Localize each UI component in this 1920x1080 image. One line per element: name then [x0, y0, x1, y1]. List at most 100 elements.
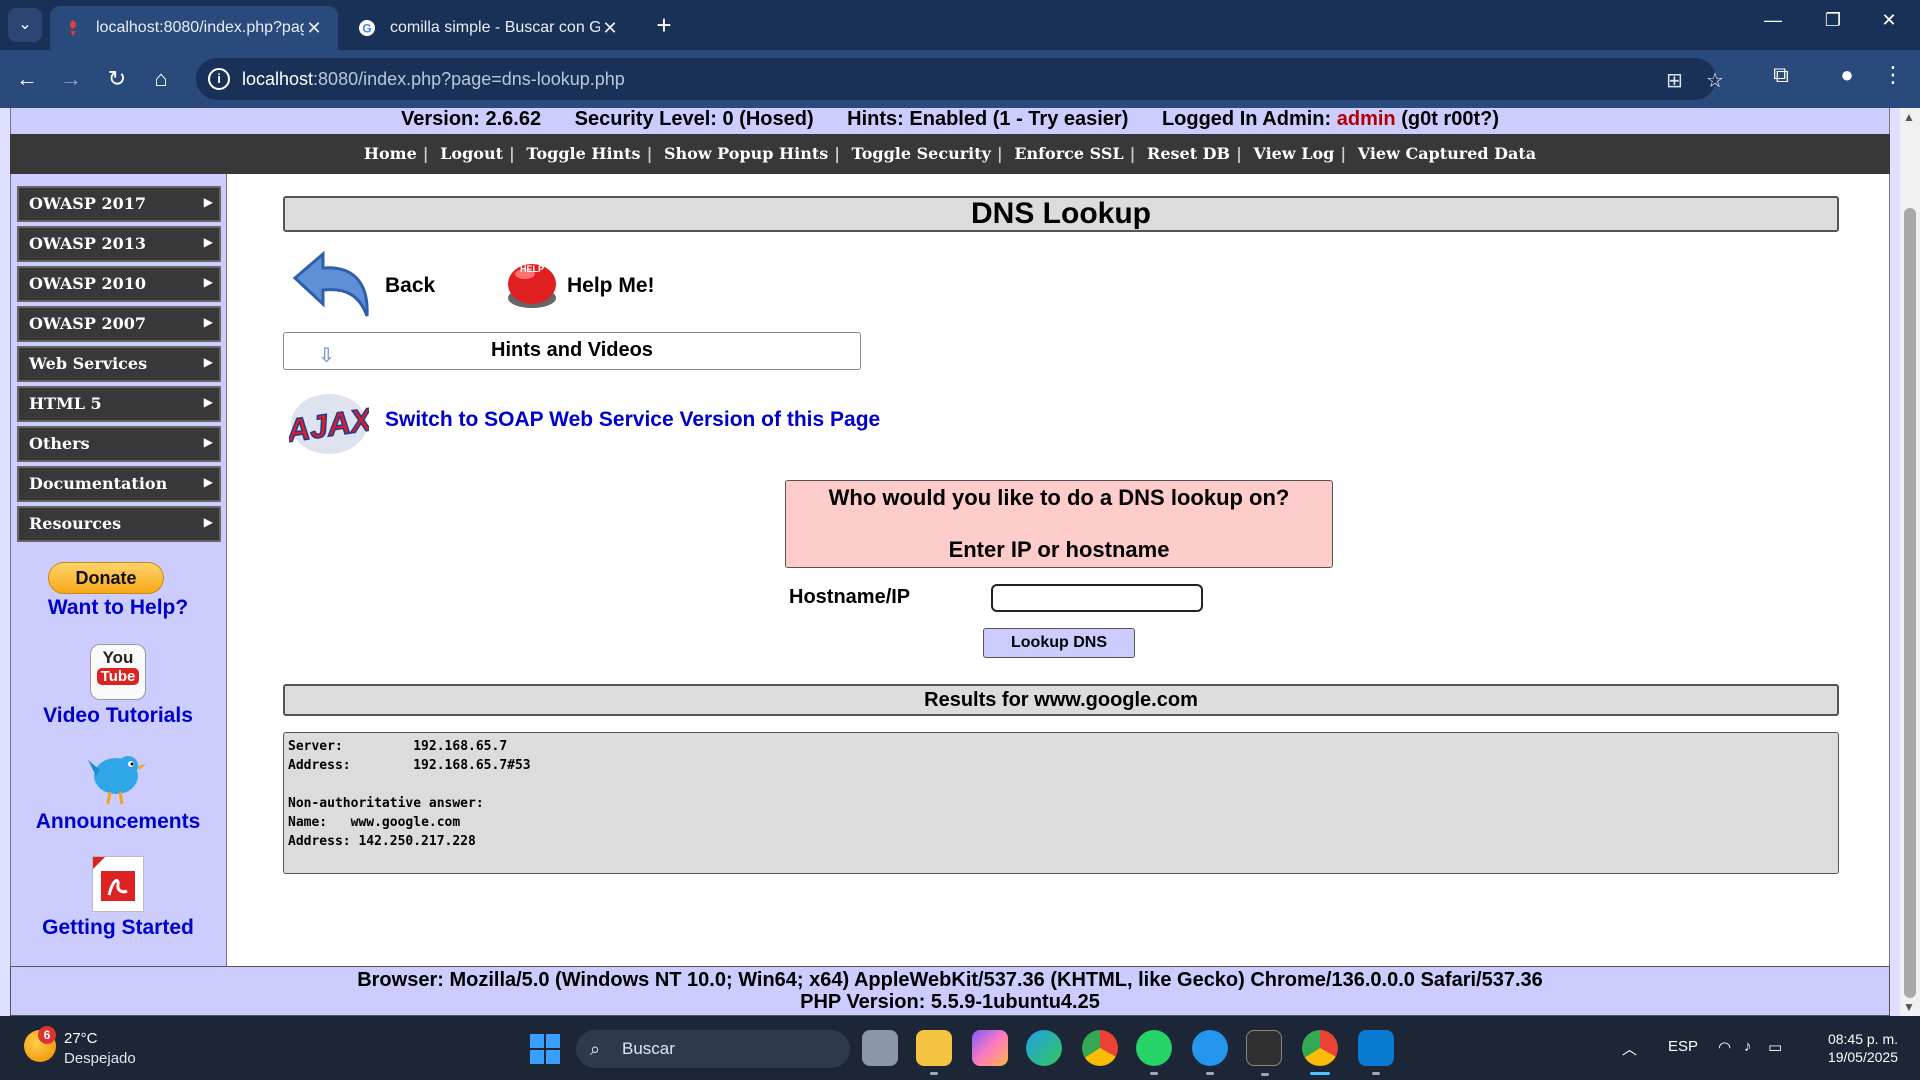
tab-title: localhost:8080/index.php?page=	[96, 19, 304, 36]
profile-avatar-icon[interactable]: ●	[1832, 62, 1862, 88]
help-me-link[interactable]: Help Me!	[567, 274, 655, 298]
site-info-icon[interactable]: i	[208, 68, 230, 90]
tab-mutillidae[interactable]: localhost:8080/index.php?page= ✕	[50, 6, 338, 50]
home-icon[interactable]: ⌂	[146, 64, 176, 94]
volume-icon[interactable]: ♪	[1744, 1038, 1752, 1055]
sidebar-item-owasp-2017[interactable]: OWASP 2017 ▶	[17, 186, 221, 222]
status-info-bar: Version: 2.6.62 Security Level: 0 (Hosed…	[10, 108, 1890, 134]
reload-icon[interactable]: ↻	[102, 64, 132, 94]
svg-text:HELP: HELP	[520, 264, 544, 274]
getting-started-link[interactable]: Getting Started	[10, 916, 226, 940]
nav-logout-link[interactable]: Logout	[440, 144, 503, 163]
sidebar-item-web-services[interactable]: Web Services ▶	[17, 346, 221, 382]
restore-icon[interactable]: ❐	[1818, 10, 1848, 31]
chrome-profile-icon[interactable]	[1302, 1030, 1338, 1075]
sidebar-item-documentation[interactable]: Documentation ▶	[17, 466, 221, 502]
youtube-icon[interactable]: You Tube	[90, 644, 146, 700]
donate-button[interactable]: Donate	[48, 562, 164, 594]
language-indicator[interactable]: ESP	[1668, 1038, 1698, 1055]
twitter-bird-icon[interactable]	[86, 748, 148, 805]
nav-toggle-hints-link[interactable]: Toggle Hints	[526, 144, 640, 163]
caret-right-icon: ▶	[203, 475, 213, 489]
scrollbar-thumb[interactable]	[1904, 208, 1916, 998]
ajax-logo-icon[interactable]: AJAX	[283, 390, 376, 458]
pdf-icon[interactable]	[92, 856, 144, 912]
nav-show-popup-hints-link[interactable]: Show Popup Hints	[664, 144, 828, 163]
new-tab-button[interactable]: +	[650, 10, 678, 41]
want-to-help-link[interactable]: Want to Help?	[10, 596, 226, 620]
lookup-dns-button[interactable]: Lookup DNS	[983, 628, 1135, 658]
scroll-up-icon[interactable]: ▲	[1903, 110, 1915, 124]
nav-toggle-security-link[interactable]: Toggle Security	[852, 144, 991, 163]
hostname-label: Hostname/IP	[789, 586, 911, 608]
hints-status-text: Hints: Enabled (1 - Try easier)	[847, 108, 1129, 130]
video-tutorials-link[interactable]: Video Tutorials	[10, 704, 226, 728]
hints-label: Hints and Videos	[491, 339, 653, 361]
sidebar-item-owasp-2013[interactable]: OWASP 2013 ▶	[17, 226, 221, 262]
task-view-icon[interactable]	[862, 1030, 898, 1066]
help-button-icon[interactable]: HELP	[503, 254, 561, 312]
file-explorer-icon[interactable]	[916, 1030, 952, 1075]
hints-and-videos-toggle[interactable]: ⇩ Hints and Videos	[283, 332, 861, 370]
forward-arrow-icon[interactable]: →	[56, 64, 86, 94]
scroll-down-icon[interactable]: ▼	[1903, 1000, 1915, 1014]
weather-condition[interactable]: Despejado	[64, 1050, 136, 1067]
back-arrow-icon[interactable]	[289, 250, 373, 326]
back-arrow-icon[interactable]: ←	[12, 64, 42, 94]
edge-icon[interactable]	[1026, 1030, 1062, 1066]
results-output: Server: 192.168.65.7 Address: 192.168.65…	[283, 732, 1839, 874]
extensions-icon[interactable]: ⧉	[1766, 62, 1796, 88]
top-nav-menu: Home | Logout | Toggle Hints | Show Popup H…	[10, 134, 1890, 174]
caret-right-icon: ▶	[203, 355, 213, 369]
tab-close-icon[interactable]: ✕	[304, 18, 324, 39]
minimize-icon[interactable]: —	[1758, 10, 1788, 31]
nav-home-link[interactable]: Home	[364, 144, 417, 163]
more-menu-icon[interactable]: ⋮	[1878, 62, 1908, 88]
caret-right-icon: ▶	[203, 395, 213, 409]
url-text[interactable]: localhost:8080/index.php?page=dns-lookup…	[242, 69, 625, 90]
tray-overflow-icon[interactable]: ︿	[1622, 1038, 1637, 1059]
lookup-question: Who would you like to do a DNS lookup on…	[828, 485, 1290, 510]
google-favicon-icon: G	[358, 19, 376, 37]
logged-in-text: Logged In Admin: admin (g0t r00t?)	[1161, 108, 1499, 130]
bookmark-star-icon[interactable]: ☆	[1706, 68, 1724, 93]
sidebar-item-resources[interactable]: Resources ▶	[17, 506, 221, 542]
taskbar-search[interactable]: ⌕ Buscar	[576, 1030, 850, 1068]
sidebar-item-owasp-2010[interactable]: OWASP 2010 ▶	[17, 266, 221, 302]
sidebar-item-owasp-2007[interactable]: OWASP 2007 ▶	[17, 306, 221, 342]
nav-view-log-link[interactable]: View Log	[1253, 144, 1334, 163]
translate-icon[interactable]: ⊞	[1666, 68, 1683, 93]
nav-enforce-ssl-link[interactable]: Enforce SSL	[1014, 144, 1123, 163]
back-link[interactable]: Back	[385, 274, 435, 298]
caret-right-icon: ▶	[203, 315, 213, 329]
page-scrollbar[interactable]: ▲ ▼	[1900, 108, 1920, 1016]
chrome-icon[interactable]	[1082, 1030, 1118, 1066]
os-taskbar: 6 27°C Despejado ⌕ Buscar ︿ ESP ◠ ♪ ▭ 08…	[0, 1016, 1920, 1080]
announcements-link[interactable]: Announcements	[10, 810, 226, 834]
caret-right-icon: ▶	[203, 515, 213, 529]
hostname-input[interactable]	[991, 584, 1203, 612]
copilot-icon[interactable]	[972, 1030, 1008, 1066]
nav-reset-db-link[interactable]: Reset DB	[1147, 144, 1230, 163]
windows-start-icon[interactable]	[530, 1034, 560, 1064]
close-window-icon[interactable]: ✕	[1874, 10, 1904, 31]
sidebar-item-html5[interactable]: HTML 5 ▶	[17, 386, 221, 422]
down-arrow-icon: ⇩	[318, 345, 335, 367]
system-clock[interactable]: 08:45 p. m. 19/05/2025	[1814, 1030, 1898, 1066]
svg-text:G: G	[362, 22, 371, 36]
docker-icon[interactable]	[1192, 1030, 1228, 1075]
tab-search-button[interactable]: ⌄	[8, 8, 42, 42]
wifi-icon[interactable]: ◠	[1718, 1038, 1731, 1056]
terminal-icon[interactable]	[1246, 1030, 1282, 1076]
switch-to-soap-link[interactable]: Switch to SOAP Web Service Version of th…	[385, 408, 880, 432]
weather-temperature[interactable]: 27°C	[64, 1030, 98, 1047]
vscode-icon[interactable]	[1358, 1030, 1394, 1075]
tab-google-search[interactable]: G comilla simple - Buscar con Goo ✕	[344, 6, 634, 50]
whatsapp-icon[interactable]	[1136, 1030, 1172, 1075]
battery-icon[interactable]: ▭	[1768, 1038, 1782, 1056]
address-bar[interactable]: i localhost:8080/index.php?page=dns-look…	[196, 58, 1724, 100]
nav-view-captured-data-link[interactable]: View Captured Data	[1358, 144, 1536, 163]
version-text: Version: 2.6.62	[401, 108, 542, 130]
tab-close-icon[interactable]: ✕	[600, 18, 620, 39]
sidebar-item-others[interactable]: Others ▶	[17, 426, 221, 462]
